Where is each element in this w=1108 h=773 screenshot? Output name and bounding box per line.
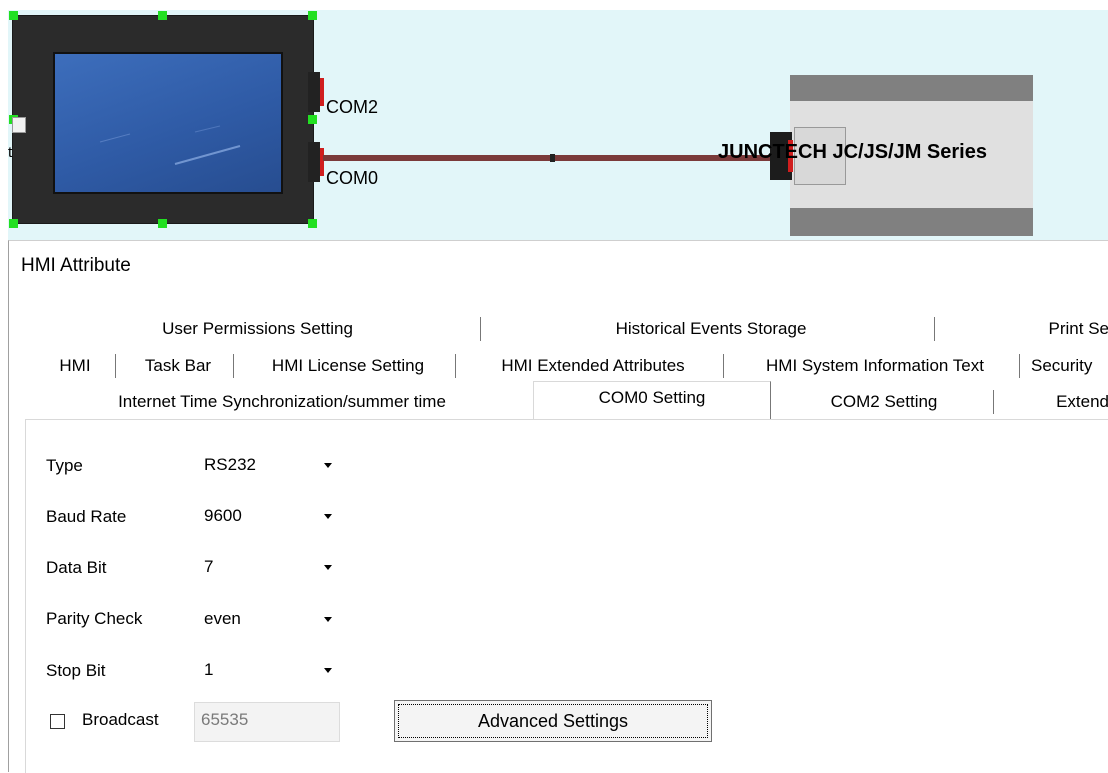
parity-check-label: Parity Check (46, 609, 143, 628)
hmi-screen (53, 52, 283, 194)
selection-handle-sw[interactable] (9, 219, 18, 228)
hmi-attribute-dialog: HMI Attribute User Permissions Setting H… (8, 240, 1108, 773)
tab-label: Extend (1056, 392, 1108, 411)
plc-name-label: JUNCTECH JC/JS/JM Series (718, 141, 987, 163)
type-label: Type (46, 456, 83, 475)
hmi-side-connector (12, 117, 26, 133)
tab-extend[interactable]: Extend (997, 387, 1108, 417)
tab-user-permissions-setting[interactable]: User Permissions Setting (31, 314, 484, 344)
tab-label: Historical Events Storage (615, 319, 807, 338)
dialog-title: HMI Attribute (21, 255, 131, 276)
tab-internet-time-synchronization[interactable]: Internet Time Synchronization/summer tim… (31, 387, 533, 417)
advanced-settings-button[interactable]: Advanced Settings (394, 700, 712, 742)
tab-label: HMI (59, 356, 91, 375)
selection-handle-e[interactable] (308, 115, 317, 124)
tab-hmi-system-information-text[interactable]: HMI System Information Text (727, 351, 1023, 381)
stop-bit-label: Stop Bit (46, 661, 106, 680)
data-bit-value: 7 (204, 557, 214, 576)
topology-canvas: t COM2 COM0 JUNCTECH JC/JS/JM Series (0, 0, 1108, 240)
selection-handle-s[interactable] (158, 219, 167, 228)
com0-port[interactable] (308, 142, 320, 182)
tab-com2-setting[interactable]: COM2 Setting (771, 387, 997, 417)
broadcast-address-input[interactable]: 65535 (194, 702, 340, 742)
com2-label: COM2 (326, 97, 379, 117)
tab-label: COM0 Setting (598, 387, 706, 407)
tab-label: User Permissions Setting (162, 319, 353, 338)
plc-bottom-band (790, 208, 1033, 236)
tab-label: HMI System Information Text (766, 356, 984, 375)
chevron-down-icon (324, 668, 332, 673)
tab-task-bar[interactable]: Task Bar (119, 351, 237, 381)
stop-bit-value: 1 (204, 660, 214, 679)
type-select[interactable]: RS232 (194, 448, 340, 482)
parity-check-value: even (204, 609, 241, 628)
type-value: RS232 (204, 455, 256, 474)
tab-label: Internet Time Synchronization/summer tim… (118, 392, 446, 411)
plc-top-band (790, 75, 1033, 101)
broadcast-address-value: 65535 (201, 710, 249, 729)
broadcast-checkbox[interactable] (50, 714, 65, 729)
advanced-settings-label: Advanced Settings (398, 704, 708, 738)
data-bit-label: Data Bit (46, 558, 107, 577)
tab-label: HMI License Setting (271, 356, 425, 375)
chevron-down-icon (324, 514, 332, 519)
com0-setting-panel: Type RS232 Baud Rate 9600 Data Bit 7 Par… (25, 419, 1108, 773)
tab-com0-setting[interactable]: COM0 Setting (533, 381, 771, 419)
baud-rate-label: Baud Rate (46, 507, 127, 526)
baud-rate-select[interactable]: 9600 (194, 499, 340, 533)
chevron-down-icon (324, 565, 332, 570)
tab-label: HMI Extended Attributes (501, 356, 685, 375)
selection-handle-n[interactable] (158, 11, 167, 20)
com2-port-accent (320, 78, 324, 106)
parity-check-select[interactable]: even (194, 602, 340, 636)
hmi-device[interactable] (12, 15, 314, 224)
broadcast-label: Broadcast (82, 710, 159, 729)
tab-hmi-license-setting[interactable]: HMI License Setting (237, 351, 459, 381)
tab-security[interactable]: Security (1023, 351, 1108, 381)
hmi-side-label: t (8, 144, 13, 161)
cable-midpoint (550, 154, 555, 162)
tab-hmi[interactable]: HMI (31, 351, 119, 381)
tab-print-setting[interactable]: Print Se (938, 314, 1108, 344)
chevron-down-icon (324, 617, 332, 622)
tab-label: COM2 Setting (830, 392, 938, 411)
tab-label: Task Bar (144, 356, 212, 375)
tab-hmi-extended-attributes[interactable]: HMI Extended Attributes (459, 351, 727, 381)
selection-handle-se[interactable] (308, 219, 317, 228)
tab-label: Security (1031, 356, 1093, 375)
baud-rate-value: 9600 (204, 506, 242, 525)
tab-historical-events-storage[interactable]: Historical Events Storage (484, 314, 938, 344)
com0-port-accent (320, 148, 324, 176)
com0-label: COM0 (326, 168, 379, 188)
data-bit-select[interactable]: 7 (194, 550, 340, 584)
tab-label: Print Se (1048, 319, 1108, 338)
chevron-down-icon (324, 463, 332, 468)
com2-port[interactable] (308, 72, 320, 112)
selection-handle-ne[interactable] (308, 11, 317, 20)
selection-handle-nw[interactable] (9, 11, 18, 20)
stop-bit-select[interactable]: 1 (194, 653, 340, 687)
screen-reflection (99, 125, 241, 165)
